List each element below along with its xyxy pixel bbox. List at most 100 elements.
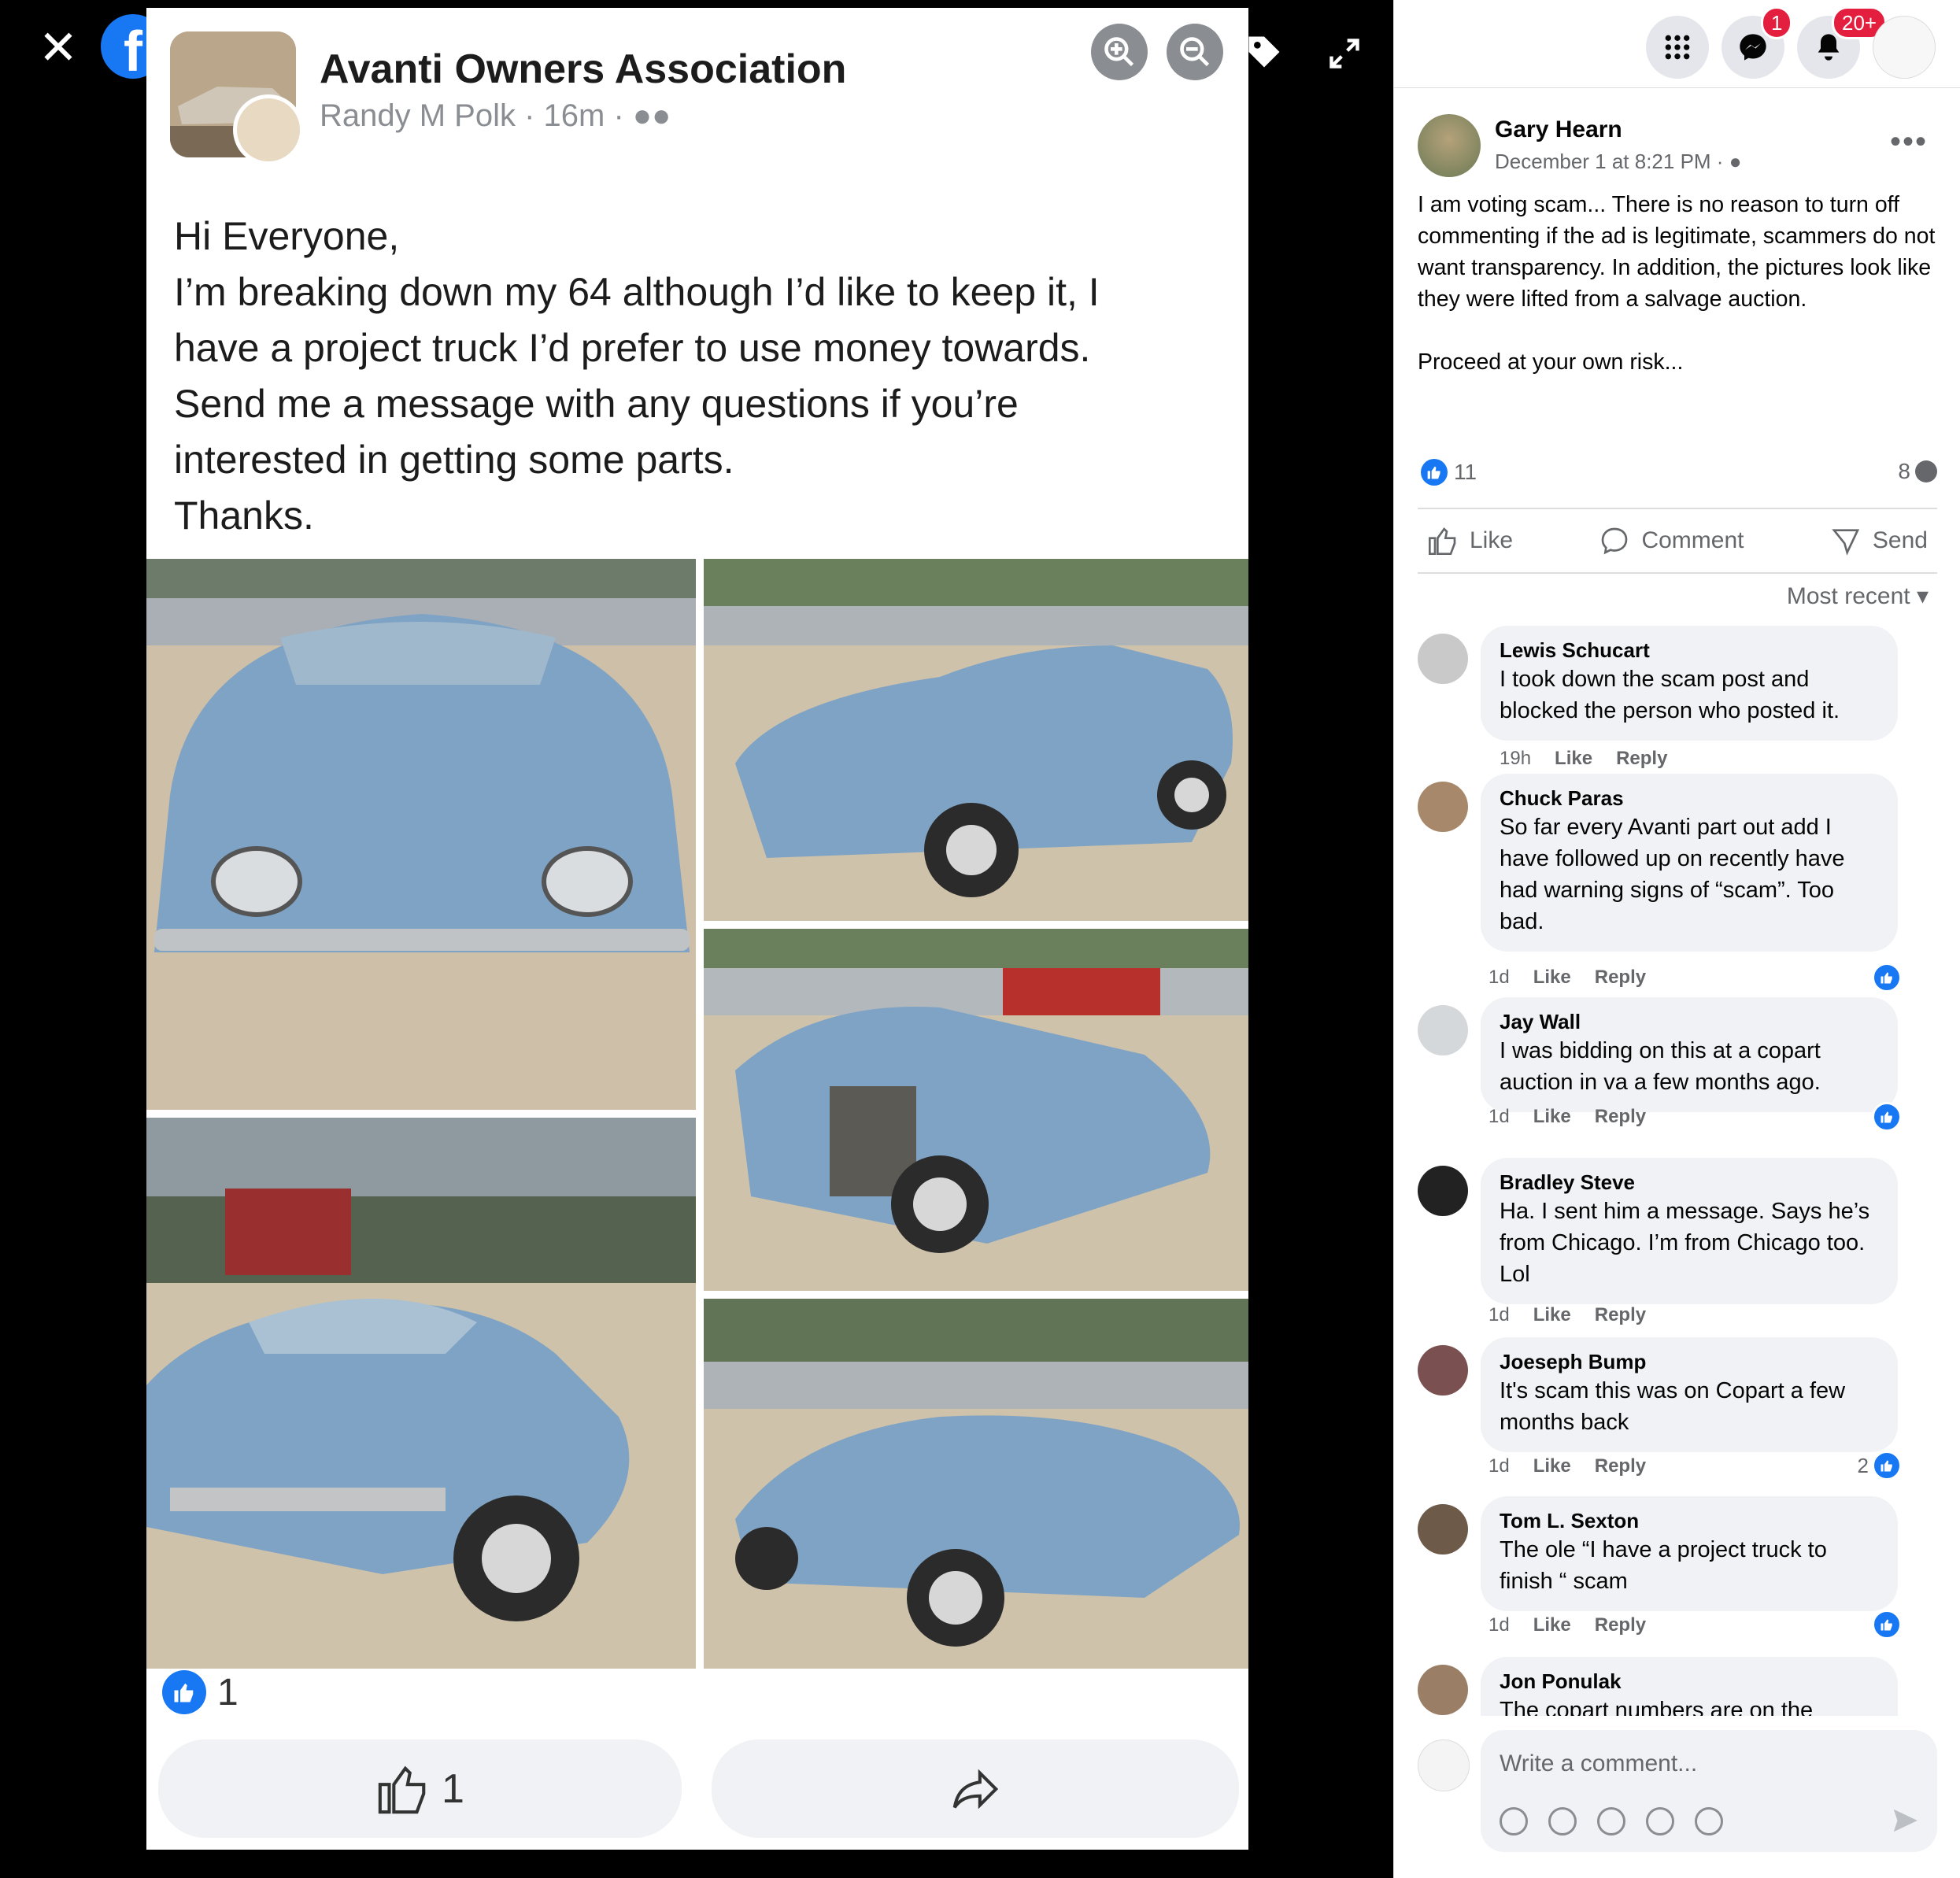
account-avatar[interactable] — [1873, 16, 1936, 79]
comment-text: The ole “I have a project truck to finis… — [1500, 1537, 1827, 1594]
commenter-name[interactable]: Tom L. Sexton — [1500, 1507, 1879, 1534]
commenter-name[interactable]: Jay Wall — [1500, 1008, 1879, 1035]
comment-sort-dropdown[interactable]: Most recent ▾ — [1787, 582, 1929, 610]
comment-age[interactable]: 1d — [1488, 1455, 1510, 1477]
comment-like-link[interactable]: Like — [1533, 1614, 1571, 1636]
chevron-down-icon: ▾ — [1916, 583, 1929, 609]
post-actions: Like Comment Send — [1418, 508, 1937, 574]
my-avatar[interactable] — [1418, 1739, 1470, 1791]
like-button[interactable]: Like — [1418, 525, 1522, 556]
comment-reply-link[interactable]: Reply — [1595, 1304, 1646, 1326]
zoom-in-icon[interactable] — [1091, 24, 1148, 80]
share-arrow-icon — [952, 1769, 999, 1809]
comment-like-link[interactable]: Like — [1533, 967, 1571, 989]
commenter-avatar[interactable] — [1418, 1665, 1468, 1715]
commenter-name[interactable]: Jon Ponulak — [1500, 1668, 1879, 1695]
group-title: Avanti Owners Association — [320, 46, 847, 92]
comment-input[interactable]: Write a comment... — [1481, 1730, 1937, 1852]
like-reaction-icon — [1872, 1451, 1902, 1481]
car-photo-front — [146, 559, 696, 1110]
body-line: Thanks. — [174, 494, 314, 538]
post-stats: 11 8 — [1418, 459, 1937, 490]
commenter-name[interactable]: Lewis Schucart — [1500, 637, 1879, 664]
comment-age[interactable]: 1d — [1488, 1614, 1510, 1636]
camera-icon[interactable] — [1597, 1807, 1625, 1835]
comment-meta: 1d Like Reply — [1488, 1106, 1646, 1128]
screenshot-share-button — [712, 1739, 1239, 1838]
tag-icon[interactable] — [1244, 31, 1285, 72]
comment-placeholder: Write a comment... — [1500, 1750, 1698, 1776]
messenger-badge: 1 — [1761, 6, 1793, 39]
commenter-name[interactable]: Chuck Paras — [1500, 785, 1879, 811]
commenter-avatar[interactable] — [1418, 1504, 1468, 1555]
sticker-icon[interactable] — [1695, 1807, 1723, 1835]
comment-like-link[interactable]: Like — [1555, 748, 1592, 770]
send-button[interactable]: Send — [1821, 525, 1937, 556]
body-line: Hi Everyone, — [174, 214, 400, 258]
comment-bubble-icon — [1915, 460, 1937, 482]
comment-reactions[interactable] — [1872, 1610, 1902, 1640]
comment-age[interactable]: 19h — [1500, 748, 1531, 770]
car-photo-rear — [146, 1118, 696, 1669]
post-paragraph: I am voting scam... There is no reason t… — [1418, 192, 1936, 312]
comment-reply-link[interactable]: Reply — [1595, 1614, 1646, 1636]
commenter-avatar[interactable] — [1418, 1345, 1468, 1396]
like-reaction-icon — [1421, 459, 1448, 486]
comment-button[interactable]: Comment — [1589, 525, 1753, 556]
public-globe-icon: ● — [1729, 150, 1742, 173]
photo-stage: ✕ f Avanti Owners Association Randy M Po… — [0, 0, 1393, 1878]
comment-like-link[interactable]: Like — [1533, 1106, 1571, 1128]
more-options-icon[interactable]: ••• — [1890, 124, 1928, 160]
like-reaction-icon — [162, 1670, 206, 1714]
comment-reactions[interactable]: 2 — [1858, 1451, 1902, 1481]
menu-grid-icon[interactable] — [1646, 16, 1709, 79]
car-photo-side — [704, 559, 1248, 921]
comment-age[interactable]: 1d — [1488, 1304, 1510, 1326]
comment-like-link[interactable]: Like — [1533, 1304, 1571, 1326]
post-author-avatar[interactable] — [1418, 114, 1481, 177]
body-line: I’m breaking down my 64 although I’d lik… — [174, 270, 1100, 314]
commenter-avatar[interactable] — [1418, 1005, 1468, 1055]
post-date[interactable]: December 1 at 8:21 PM · ● — [1495, 150, 1741, 174]
comment-reply-link[interactable]: Reply — [1595, 967, 1646, 989]
comment-reply-link[interactable]: Reply — [1595, 1106, 1646, 1128]
group-post-meta: Randy M Polk · 16m · ●● — [320, 98, 671, 133]
send-label: Send — [1872, 527, 1928, 553]
comments-panel: 1 20+ Gary Hearn December 1 at 8:21 PM ·… — [1393, 0, 1960, 1878]
zoom-out-icon[interactable] — [1167, 24, 1223, 80]
gif-icon[interactable] — [1646, 1807, 1674, 1835]
comment-age[interactable]: 1d — [1488, 967, 1510, 989]
photo-viewer: ✕ f Avanti Owners Association Randy M Po… — [0, 0, 1960, 1878]
likes-count: 11 — [1454, 460, 1477, 484]
avatar-sticker-icon[interactable] — [1500, 1807, 1528, 1835]
comment-like-link[interactable]: Like — [1533, 1455, 1571, 1477]
group-post-header: Avanti Owners Association Randy M Polk ·… — [146, 8, 1248, 205]
commenter-avatar[interactable] — [1418, 782, 1468, 832]
comment-meta: 1d Like Reply — [1488, 1614, 1646, 1636]
body-line: have a project truck I’d prefer to use m… — [174, 326, 1091, 370]
comment-bubble: Tom L. Sexton The ole “I have a project … — [1481, 1496, 1898, 1611]
comment-reply-link[interactable]: Reply — [1595, 1455, 1646, 1477]
comment-reply-link[interactable]: Reply — [1616, 748, 1667, 770]
comment-reactions[interactable] — [1872, 1102, 1902, 1132]
commenter-name[interactable]: Joeseph Bump — [1500, 1348, 1879, 1375]
post-author-name[interactable]: Gary Hearn — [1495, 116, 1622, 143]
comment-reactions[interactable] — [1872, 963, 1902, 993]
commenter-avatar[interactable] — [1418, 634, 1468, 684]
post-date-text[interactable]: December 1 at 8:21 PM · — [1495, 150, 1723, 173]
post-text: I am voting scam... There is no reason t… — [1418, 189, 1937, 378]
commenter-name[interactable]: Bradley Steve — [1500, 1169, 1879, 1196]
likes-summary[interactable]: 11 — [1421, 459, 1477, 486]
comment-age[interactable]: 1d — [1488, 1106, 1510, 1128]
like-label: Like — [1470, 527, 1514, 553]
commenter-avatar[interactable] — [1418, 1166, 1468, 1216]
sort-label: Most recent — [1786, 583, 1910, 609]
comments-summary[interactable]: 8 — [1898, 459, 1937, 484]
post-paragraph: Proceed at your own risk... — [1418, 349, 1684, 375]
screenshot-reaction-count: 1 — [217, 1671, 239, 1713]
group-post-author: Randy M Polk — [320, 98, 516, 133]
close-icon[interactable]: ✕ — [38, 24, 79, 72]
emoji-icon[interactable] — [1548, 1807, 1577, 1835]
send-comment-icon[interactable] — [1890, 1806, 1920, 1835]
fullscreen-icon[interactable] — [1327, 36, 1362, 71]
